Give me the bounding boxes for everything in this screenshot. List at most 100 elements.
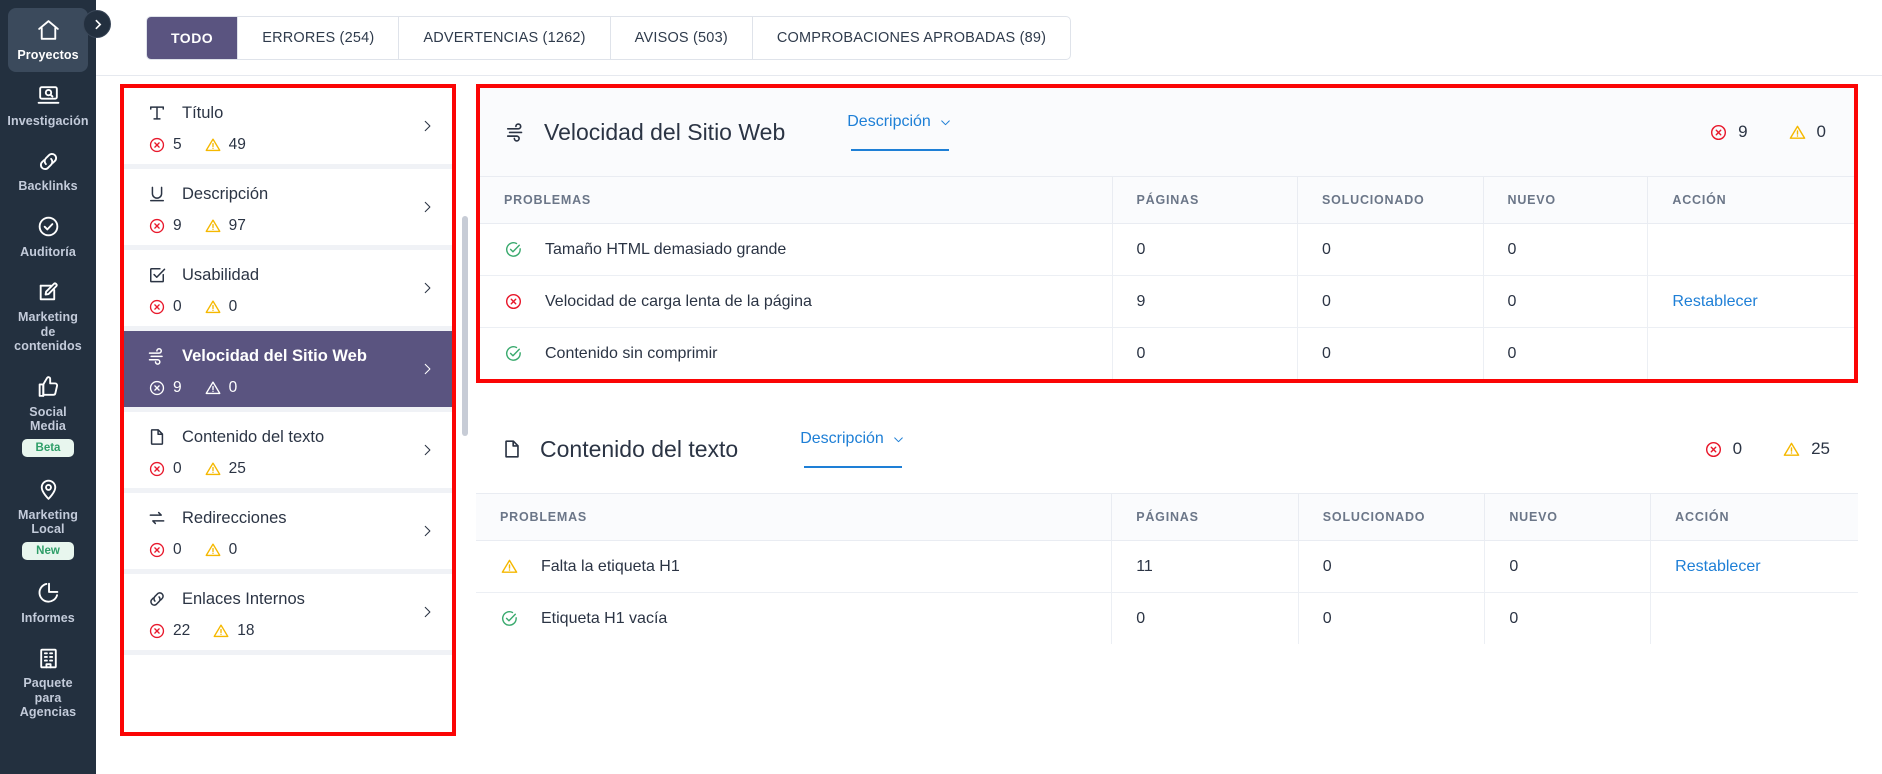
category-warning-count: 18 [212, 622, 255, 640]
category-item[interactable]: Redirecciones 0 0 [124, 493, 452, 574]
sidebar-collapse-button[interactable] [83, 10, 111, 38]
table-row[interactable]: Falta la etiqueta H1 11 0 0 Restablecer [476, 540, 1858, 593]
rail-item-social-media[interactable]: Social Media Beta [8, 365, 88, 466]
reset-link[interactable]: Restablecer [1672, 293, 1757, 310]
new-cell: 0 [1482, 327, 1648, 379]
error-icon [1711, 124, 1727, 140]
category-error-count: 5 [148, 136, 182, 154]
table-body: Tamaño HTML demasiado grande 0 0 0 Velocidad… [480, 223, 1854, 379]
warning-icon [205, 381, 221, 395]
card-counts: 0 25 [1704, 439, 1830, 459]
error-icon [149, 542, 165, 558]
category-warning-count: 0 [204, 379, 237, 397]
error-icon [1705, 441, 1721, 457]
rail-item-paquete-para-agencias[interactable]: Paquete para Agencias [8, 636, 88, 729]
passed-check-icon [506, 346, 521, 361]
chevron-right-icon[interactable] [420, 605, 434, 619]
problem-cell: Etiqueta H1 vacía [476, 593, 1112, 645]
chevron-right-icon[interactable] [420, 362, 434, 376]
category-error-count: 0 [148, 541, 182, 559]
category-warning-value: 0 [228, 541, 238, 558]
chevron-right-icon[interactable] [420, 119, 434, 133]
card-warning-value: 0 [1816, 122, 1826, 141]
tab-0[interactable]: TODO [147, 16, 239, 59]
category-header: Velocidad del Sitio Web [146, 345, 434, 367]
category-stats: 9 97 [146, 217, 434, 235]
problem-cell: Falta la etiqueta H1 [476, 540, 1112, 593]
category-item[interactable]: Descripción 9 97 [124, 169, 452, 250]
category-stats: 90 [146, 379, 434, 397]
issues-table: PROBLEMAS PÁGINAS SOLUCIONADO NUEVO ACCIÓN Ta… [480, 176, 1854, 379]
problem-cell: Velocidad de carga lenta de la página [480, 275, 1113, 328]
table-row[interactable]: Contenido sin comprimir 0 0 0 [480, 327, 1854, 379]
tab-1[interactable]: ERRORES (254) [238, 16, 400, 59]
solved-cell: 0 [1297, 223, 1483, 276]
rail-item-marketing-local[interactable]: Marketing Local New [8, 468, 88, 569]
category-error-count: 0 [148, 460, 182, 478]
app-root: Proyectos Investigación Backlinks Auditoría… [0, 0, 1882, 774]
rail-item-proyectos[interactable]: Proyectos [8, 8, 88, 72]
description-toggle[interactable]: Descripción [847, 113, 952, 151]
filter-tabs: TODO ERRORES (254) ADVERTENCIAS (1262) AVIS… [146, 15, 1072, 60]
tab-2[interactable]: ADVERTENCIAS (1262) [399, 16, 611, 59]
description-toggle-label: Descripción [847, 113, 931, 130]
chevron-right-icon[interactable] [420, 281, 434, 295]
rail-item-label: Paquete para Agencias [19, 676, 77, 719]
thumbs-up-icon [35, 374, 61, 400]
rail-item-auditor-a[interactable]: Auditoría [8, 205, 88, 269]
rail-item-badge: Beta [21, 438, 75, 457]
category-header: Título [146, 102, 434, 124]
link-chain-icon [146, 588, 168, 610]
rail-item-informes[interactable]: Informes [8, 571, 88, 635]
category-warning-count: 97 [204, 217, 246, 235]
chevron-right-icon[interactable] [420, 524, 434, 538]
category-item[interactable]: Velocidad del Sitio Web 9 0 [124, 331, 452, 412]
rail-item-label: Proyectos [17, 48, 79, 62]
rail-item-label: Marketing Local [18, 507, 78, 537]
card-error-value: 0 [1732, 439, 1743, 458]
action-cell: Restablecer [1647, 275, 1854, 328]
error-icon [149, 623, 165, 639]
category-item[interactable]: Contenido del texto 0 25 [124, 412, 452, 493]
category-error-count: 0 [148, 298, 182, 316]
category-item[interactable]: Enlaces Internos 22 18 [124, 574, 452, 655]
solved-cell: 0 [1297, 540, 1485, 593]
category-error-value: 0 [173, 460, 182, 477]
table-row[interactable]: Tamaño HTML demasiado grande 0 0 0 [480, 223, 1854, 276]
new-cell: 0 [1484, 540, 1651, 593]
description-toggle[interactable]: Descripción [800, 430, 905, 468]
category-warning-count: 49 [204, 136, 246, 154]
reset-link[interactable]: Restablecer [1675, 558, 1760, 575]
map-pin-icon [35, 477, 61, 503]
category-item[interactable]: Usabilidad 0 0 [124, 250, 452, 331]
chevron-right-icon[interactable] [420, 200, 434, 214]
table-row[interactable]: Etiqueta H1 vacía 0 0 0 [476, 592, 1858, 645]
error-icon [149, 461, 165, 477]
warning-icon [205, 219, 221, 233]
category-stats: 00 [146, 298, 434, 316]
tab-3[interactable]: AVISOS (503) [611, 16, 753, 59]
chevron-right-icon[interactable] [420, 443, 434, 457]
category-stats: 5 49 [146, 136, 434, 154]
category-name: Velocidad del Sitio Web [182, 346, 367, 365]
rail-item-label: Informes [21, 610, 75, 625]
check-circle-icon [35, 214, 61, 240]
error-icon [149, 137, 165, 153]
table-row[interactable]: Velocidad de carga lenta de la página 9 0 0… [480, 275, 1854, 328]
card-error-count: 0 [1704, 439, 1742, 459]
pencil-square-icon [35, 279, 61, 305]
column-header: SOLUCIONADO [1297, 493, 1485, 541]
rail-item-marketing-de-contenidos[interactable]: Marketing de contenidos [8, 270, 88, 363]
description-toggle-label: Descripción [800, 430, 884, 447]
category-name: Contenido del texto [182, 427, 325, 446]
passed-check-icon [502, 611, 517, 626]
action-cell [1647, 223, 1854, 276]
category-item[interactable]: Título 5 49 [124, 88, 452, 169]
tab-4[interactable]: COMPROBACIONES APROBADAS (89) [753, 17, 1070, 59]
pages-cell: 0 [1111, 223, 1298, 276]
column-header: PROBLEMAS [480, 176, 1113, 224]
rail-item-investigaci-n[interactable]: Investigación [7, 74, 88, 138]
warning-icon [213, 624, 229, 638]
category-name: Enlaces Internos [182, 589, 305, 608]
rail-item-backlinks[interactable]: Backlinks [8, 139, 88, 203]
